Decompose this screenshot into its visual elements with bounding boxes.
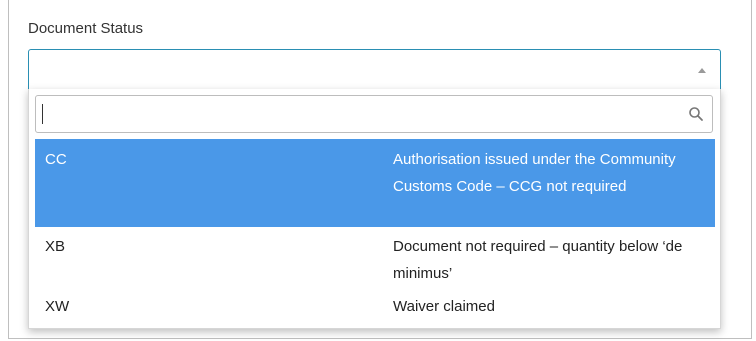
option-code: XW xyxy=(45,298,70,315)
option-xw[interactable]: XW Waiver claimed xyxy=(35,289,715,323)
text-cursor xyxy=(42,104,43,124)
option-description: Waiver claimed xyxy=(393,298,495,315)
document-status-label: Document Status xyxy=(28,20,144,37)
option-code: XB xyxy=(45,238,66,255)
dropdown-list: CC Authorisation issued under the Commun… xyxy=(28,89,721,329)
search-input[interactable] xyxy=(35,95,713,133)
document-status-select[interactable] xyxy=(28,49,721,93)
option-description: Document not required – quantity below ‘… xyxy=(393,238,683,282)
option-description: Authorisation issued under the Community… xyxy=(393,151,676,195)
option-xb[interactable]: XB Document not required – quantity belo… xyxy=(35,229,715,287)
option-cc[interactable]: CC Authorisation issued under the Commun… xyxy=(35,139,715,227)
search-icon xyxy=(689,107,703,121)
arrow-up-icon[interactable] xyxy=(698,68,706,73)
option-code: CC xyxy=(45,151,67,168)
